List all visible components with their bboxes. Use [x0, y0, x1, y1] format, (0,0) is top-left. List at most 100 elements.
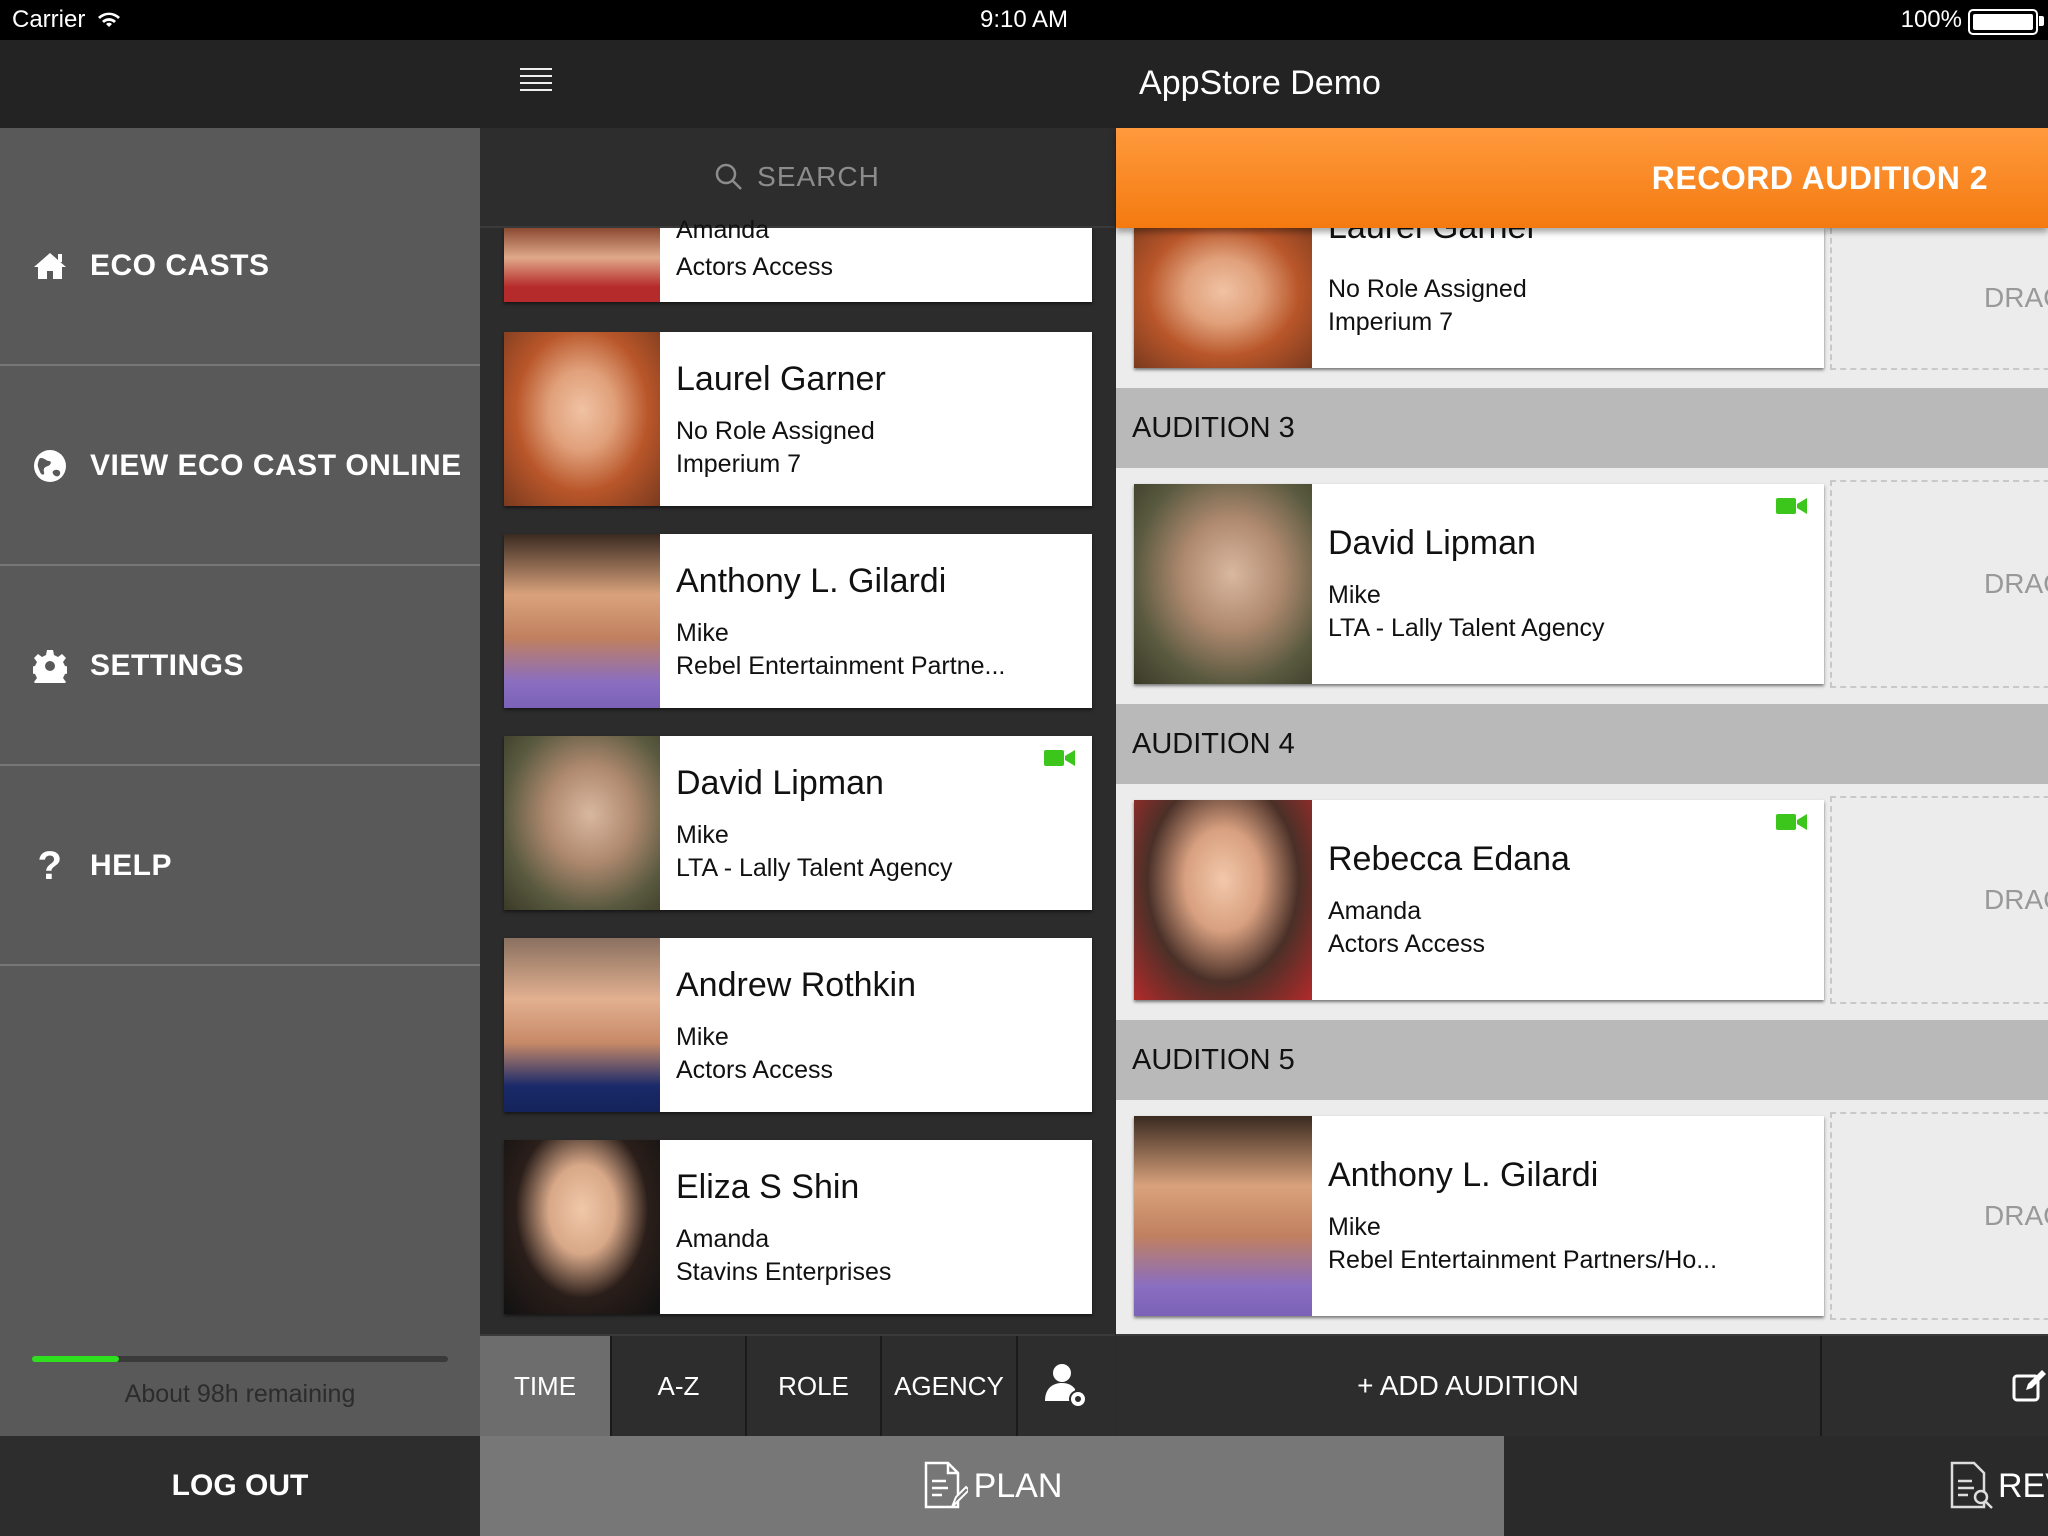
talent-agency: Actors Access: [676, 1056, 833, 1084]
talent-card[interactable]: Laurel Garner No Role Assigned Imperium …: [504, 332, 1092, 506]
battery-percent: 100%: [1900, 6, 1962, 33]
logout-button[interactable]: LOG OUT: [0, 1436, 480, 1536]
talent-role: Mike: [676, 619, 729, 647]
sidebar-item-settings[interactable]: SETTINGS: [0, 568, 480, 766]
headshot: [504, 332, 660, 506]
tab-review[interactable]: REVIEW: [1504, 1436, 2048, 1536]
audition-card[interactable]: Laurel Garner No Role Assigned Imperium …: [1134, 208, 1824, 368]
sidebar: ECO CASTS VIEW ECO CAST ONLINE SETTINGS …: [0, 40, 480, 1536]
edit-icon[interactable]: [2012, 1370, 2048, 1402]
globe-icon: [32, 448, 68, 484]
sort-toolbar: TIME A-Z ROLE AGENCY: [480, 1334, 1115, 1436]
headshot: [1134, 484, 1312, 684]
video-icon: [1776, 498, 1807, 514]
talent-agency: Actors Access: [1328, 930, 1485, 958]
talent-role: No Role Assigned: [676, 417, 875, 445]
audition-card[interactable]: Anthony L. Gilardi Mike Rebel Entertainm…: [1134, 1116, 1824, 1316]
headshot: [504, 736, 660, 910]
drag-drop-zone[interactable]: DRAG: [1830, 480, 2048, 688]
audition-toolbar: + ADD AUDITION: [1116, 1334, 2048, 1436]
add-audition-button[interactable]: + ADD AUDITION: [1116, 1336, 1822, 1436]
menu-icon[interactable]: [520, 68, 552, 94]
talent-list-panel: SEARCH Amanda Actors Access Laurel Garne…: [480, 128, 1115, 1334]
talent-name: David Lipman: [1328, 524, 1536, 562]
battery-icon: [1968, 9, 2038, 35]
headshot: [504, 1140, 660, 1314]
audition-card[interactable]: David Lipman Mike LTA - Lally Talent Age…: [1134, 484, 1824, 684]
drag-drop-zone[interactable]: DRAG: [1830, 796, 2048, 1004]
tab-sort-agency[interactable]: AGENCY: [882, 1336, 1018, 1436]
talent-agency: LTA - Lally Talent Agency: [1328, 614, 1605, 642]
talent-card[interactable]: David Lipman Mike LTA - Lally Talent Age…: [504, 736, 1092, 910]
search-placeholder: SEARCH: [757, 161, 880, 192]
bottom-tab-bar: PLAN REVIEW: [480, 1436, 2048, 1536]
user-settings-icon: [1044, 1364, 1087, 1408]
storage-progress-fill: [32, 1356, 120, 1362]
talent-agency: Rebel Entertainment Partners/Ho...: [1328, 1246, 1718, 1274]
headshot: [1134, 228, 1312, 368]
talent-card[interactable]: Andrew Rothkin Mike Actors Access: [504, 938, 1092, 1112]
talent-name: Eliza S Shin: [676, 1168, 860, 1206]
drag-drop-zone[interactable]: DRAG: [1830, 1112, 2048, 1320]
talent-agency: Imperium 7: [676, 450, 802, 478]
review-icon: [1950, 1461, 1993, 1509]
plan-icon: [924, 1461, 968, 1509]
talent-role: No Role Assigned: [1328, 275, 1527, 303]
talent-name-partial: Amanda: [676, 216, 770, 244]
talent-name: Anthony L. Gilardi: [1328, 1156, 1599, 1194]
sidebar-item-label: ECO CASTS: [90, 249, 270, 282]
sidebar-item-label: HELP: [90, 849, 173, 882]
talent-role: Mike: [1328, 581, 1381, 609]
audition-header: AUDITION 4: [1116, 704, 2048, 784]
talent-role: Mike: [676, 1023, 729, 1051]
headshot: [1134, 1116, 1312, 1316]
search-field[interactable]: SEARCH: [480, 128, 1115, 228]
talent-role: Amanda: [1328, 897, 1422, 925]
battery-tip: [2039, 16, 2044, 26]
headshot: [504, 228, 660, 302]
status-time: 9:10 AM: [979, 6, 1069, 33]
talent-name: David Lipman: [676, 764, 884, 802]
talent-role: Mike: [1328, 1213, 1381, 1241]
status-bar: Carrier 9:10 AM 100%: [0, 0, 2048, 40]
talent-settings-button[interactable]: [1018, 1336, 1115, 1436]
video-icon: [1044, 750, 1075, 766]
talent-role: Amanda: [676, 1225, 770, 1253]
talent-agency: Rebel Entertainment Partne...: [676, 652, 1006, 680]
audition-card[interactable]: Rebecca Edana Amanda Actors Access: [1134, 800, 1824, 1000]
talent-agency: Imperium 7: [1328, 308, 1454, 336]
storage-progress-bar: [32, 1356, 448, 1362]
tab-plan[interactable]: PLAN: [480, 1436, 1504, 1536]
talent-agency: LTA - Lally Talent Agency: [676, 854, 953, 882]
sidebar-item-label: VIEW ECO CAST ONLINE: [90, 449, 462, 482]
app-title: AppStore Demo: [1139, 64, 1381, 102]
tab-sort-role[interactable]: ROLE: [747, 1336, 882, 1436]
talent-name: Rebecca Edana: [1328, 840, 1570, 878]
sidebar-header: [0, 40, 480, 128]
audition-header: AUDITION 3: [1116, 388, 2048, 468]
talent-role: Mike: [676, 821, 729, 849]
search-icon: [715, 163, 743, 190]
tab-sort-time[interactable]: TIME: [480, 1336, 612, 1436]
headshot: [1134, 800, 1312, 1000]
sidebar-item-eco-casts[interactable]: ECO CASTS: [0, 168, 480, 366]
drag-drop-zone[interactable]: DRAG: [1830, 228, 2048, 370]
sidebar-item-help[interactable]: ? HELP: [0, 768, 480, 966]
talent-name: Andrew Rothkin: [676, 966, 917, 1004]
talent-card[interactable]: Anthony L. Gilardi Mike Rebel Entertainm…: [504, 534, 1092, 708]
audition-header: AUDITION 5: [1116, 1020, 2048, 1100]
gear-icon: [32, 648, 68, 684]
sidebar-item-view-eco-cast-online[interactable]: VIEW ECO CAST ONLINE: [0, 368, 480, 566]
video-icon: [1776, 814, 1807, 830]
talent-card[interactable]: Eliza S Shin Amanda Stavins Enterprises: [504, 1140, 1092, 1314]
headshot: [504, 534, 660, 708]
talent-card[interactable]: Amanda Actors Access: [504, 216, 1092, 302]
talent-name: Anthony L. Gilardi: [676, 562, 947, 600]
record-audition-button[interactable]: RECORD AUDITION 2: [1116, 128, 2048, 228]
talent-agency: Stavins Enterprises: [676, 1258, 892, 1286]
headshot: [504, 938, 660, 1112]
talent-agency: Actors Access: [676, 253, 833, 281]
sidebar-item-label: SETTINGS: [90, 649, 245, 682]
question-icon: ?: [37, 843, 63, 888]
tab-sort-az[interactable]: A-Z: [612, 1336, 747, 1436]
